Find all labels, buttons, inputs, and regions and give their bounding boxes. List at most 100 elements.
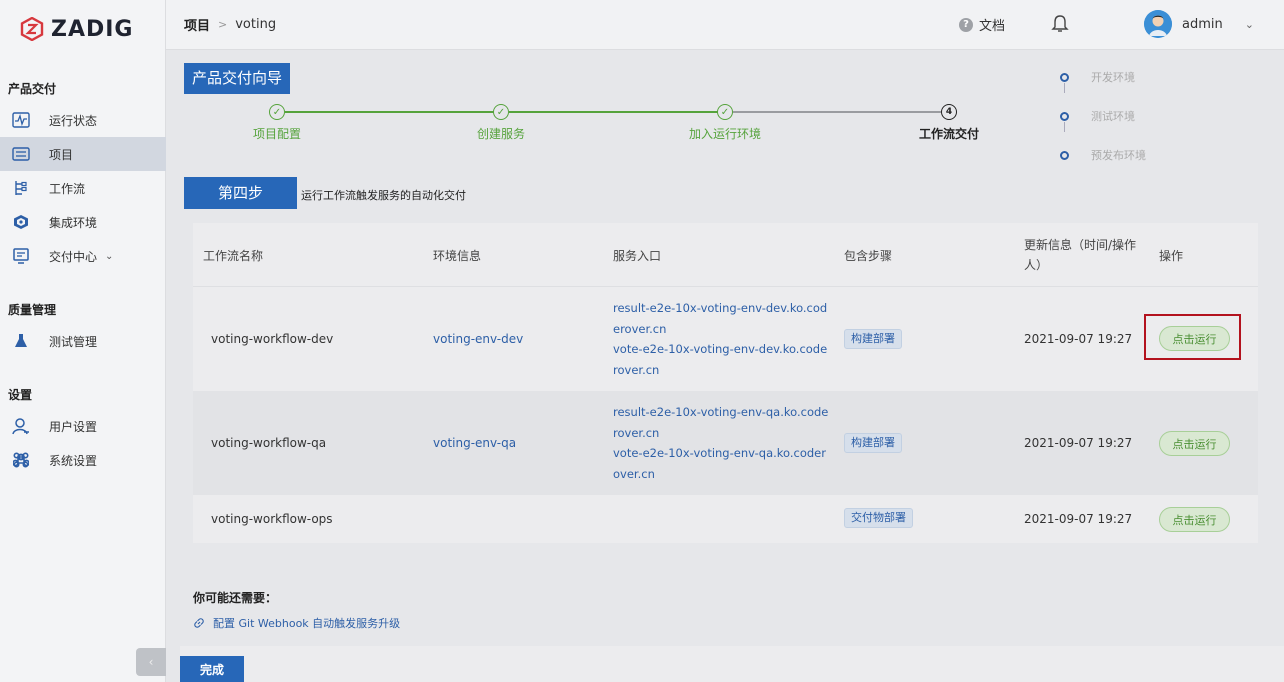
command-icon <box>12 451 30 469</box>
bottom-bar <box>180 646 1284 682</box>
delivery-icon <box>12 247 30 265</box>
nav-group-quality: 质量管理 <box>8 303 57 317</box>
sidebar-item-label: 项目 <box>49 147 74 162</box>
step-label: 项目配置 <box>252 127 302 141</box>
main-content: 产品交付向导 ✓ ✓ ✓ 4 项目配置 创建服务 加入运行环境 工作流交付 开发… <box>166 51 1284 682</box>
table-row: voting-workflow-qa voting-env-qa result-… <box>193 391 1258 495</box>
sidebar-collapse-button[interactable]: ‹ <box>136 648 166 676</box>
sidebar: ZADIG 产品交付 运行状态 项目 工作流 集成环境 交付中心 ⌄ 质量管理 <box>0 0 166 682</box>
updated-time: 2021-09-07 19:27 <box>1024 512 1133 526</box>
step-done-check-icon: ✓ <box>717 104 733 120</box>
service-entries: result-e2e-10x-voting-env-qa.ko.coderove… <box>613 402 829 484</box>
docs-link[interactable]: ? 文档 <box>959 15 1005 34</box>
sidebar-item-label: 工作流 <box>49 181 86 196</box>
env-test: 测试环境 <box>1060 108 1135 124</box>
run-button[interactable]: 点击运行 <box>1159 431 1230 456</box>
step-label: 加入运行环境 <box>688 127 762 141</box>
zadig-logo-icon <box>20 17 44 41</box>
sidebar-item-status[interactable]: 运行状态 <box>0 103 166 137</box>
docs-label: 文档 <box>979 19 1006 34</box>
th-name: 工作流名称 <box>203 248 264 263</box>
workflow-name[interactable]: voting-workflow-ops <box>211 495 333 543</box>
env-link[interactable]: voting-env-dev <box>433 287 523 391</box>
service-entry-link[interactable]: vote-e2e-10x-voting-env-dev.ko.coderover… <box>613 339 829 380</box>
bell-icon[interactable] <box>1051 14 1069 34</box>
breadcrumb-root[interactable]: 项目 <box>184 15 210 34</box>
breadcrumb: 项目 > voting <box>184 15 276 34</box>
updated-time: 2021-09-07 19:27 <box>1024 436 1133 450</box>
th-steps: 包含步骤 <box>844 248 893 263</box>
flask-icon <box>12 332 30 350</box>
step-done-check-icon: ✓ <box>493 104 509 120</box>
top-header: 项目 > voting ? 文档 admin ⌄ <box>166 0 1284 50</box>
logo[interactable]: ZADIG <box>20 14 133 44</box>
avatar-icon <box>1144 10 1172 38</box>
chevron-down-icon: ⌄ <box>1244 17 1254 31</box>
table-row: voting-workflow-dev voting-env-dev resul… <box>193 287 1258 391</box>
webhook-link[interactable]: 配置 Git Webhook 自动触发服务升级 <box>193 615 400 631</box>
step-label-current: 工作流交付 <box>918 127 980 141</box>
sidebar-item-test[interactable]: 测试管理 <box>0 324 166 358</box>
env-label: 开发环境 <box>1091 71 1135 84</box>
sidebar-item-label: 交付中心 <box>49 249 98 264</box>
sidebar-item-label: 用户设置 <box>49 419 98 434</box>
env-dot <box>1060 111 1069 121</box>
sidebar-item-system-settings[interactable]: 系统设置 <box>0 443 166 477</box>
sidebar-item-environment[interactable]: 集成环境 <box>0 205 166 239</box>
workflow-name[interactable]: voting-workflow-qa <box>211 391 326 495</box>
th-env: 环境信息 <box>433 248 482 263</box>
breadcrumb-separator: > <box>218 18 228 31</box>
sidebar-item-project[interactable]: 项目 <box>0 137 166 171</box>
env-link[interactable]: voting-env-qa <box>433 391 516 495</box>
workflow-table: 工作流名称 环境信息 服务入口 包含步骤 更新信息（时间/操作人） 操作 vot… <box>193 223 1258 543</box>
step-connector <box>733 111 941 113</box>
breadcrumb-current: voting <box>235 17 277 32</box>
nav-group-settings: 设置 <box>8 388 33 402</box>
sidebar-item-label: 运行状态 <box>49 113 98 128</box>
th-action: 操作 <box>1159 248 1184 263</box>
run-button[interactable]: 点击运行 <box>1159 507 1230 532</box>
done-button[interactable]: 完成 <box>180 656 244 682</box>
user-menu[interactable]: admin ⌄ <box>1144 10 1254 38</box>
chevron-left-icon: ‹ <box>148 655 154 669</box>
service-entry-link[interactable]: result-e2e-10x-voting-env-qa.ko.coderove… <box>613 402 829 443</box>
env-connector <box>1064 83 1065 93</box>
webhook-label: 配置 Git Webhook 自动触发服务升级 <box>213 617 401 630</box>
env-dot <box>1060 150 1069 160</box>
logo-text: ZADIG <box>51 16 134 42</box>
chevron-down-icon: ⌄ <box>105 250 114 262</box>
table-row: voting-workflow-ops 交付物部署 2021-09-07 19:… <box>193 495 1258 543</box>
workflow-icon <box>12 179 30 197</box>
sidebar-item-user-settings[interactable]: 用户设置 <box>0 409 166 443</box>
project-icon <box>12 145 30 163</box>
workflow-name[interactable]: voting-workflow-dev <box>211 287 333 391</box>
step-four-desc: 运行工作流触发服务的自动化交付 <box>301 189 466 202</box>
step-four-title: 第四步 <box>184 177 297 209</box>
step-current-number: 4 <box>941 104 957 120</box>
step-done-check-icon: ✓ <box>269 104 285 120</box>
step-label: 创建服务 <box>476 127 526 141</box>
env-label: 预发布环境 <box>1091 149 1146 162</box>
updated-time: 2021-09-07 19:27 <box>1024 332 1133 346</box>
nav-group-delivery: 产品交付 <box>8 82 57 96</box>
step-tag: 构建部署 <box>844 433 902 453</box>
run-button[interactable]: 点击运行 <box>1159 326 1230 351</box>
sidebar-item-label: 测试管理 <box>49 334 98 349</box>
sidebar-item-delivery-center[interactable]: 交付中心 ⌄ <box>0 239 166 273</box>
user-icon <box>12 417 30 435</box>
sidebar-item-workflow[interactable]: 工作流 <box>0 171 166 205</box>
username: admin <box>1182 16 1223 32</box>
step-tag: 构建部署 <box>844 329 902 349</box>
avatar <box>1144 10 1172 38</box>
env-connector <box>1064 122 1065 132</box>
env-label: 测试环境 <box>1091 110 1135 123</box>
service-entry-link[interactable]: result-e2e-10x-voting-env-dev.ko.coderov… <box>613 298 829 339</box>
env-pre: 预发布环境 <box>1060 147 1146 163</box>
sidebar-item-label: 集成环境 <box>49 215 98 230</box>
th-entry: 服务入口 <box>613 248 662 263</box>
sidebar-item-label: 系统设置 <box>49 453 98 468</box>
service-entry-link[interactable]: vote-e2e-10x-voting-env-qa.ko.coderover.… <box>613 443 829 484</box>
maybe-need-title: 你可能还需要： <box>193 591 278 605</box>
cube-icon <box>12 213 30 231</box>
step-connector <box>285 111 501 113</box>
